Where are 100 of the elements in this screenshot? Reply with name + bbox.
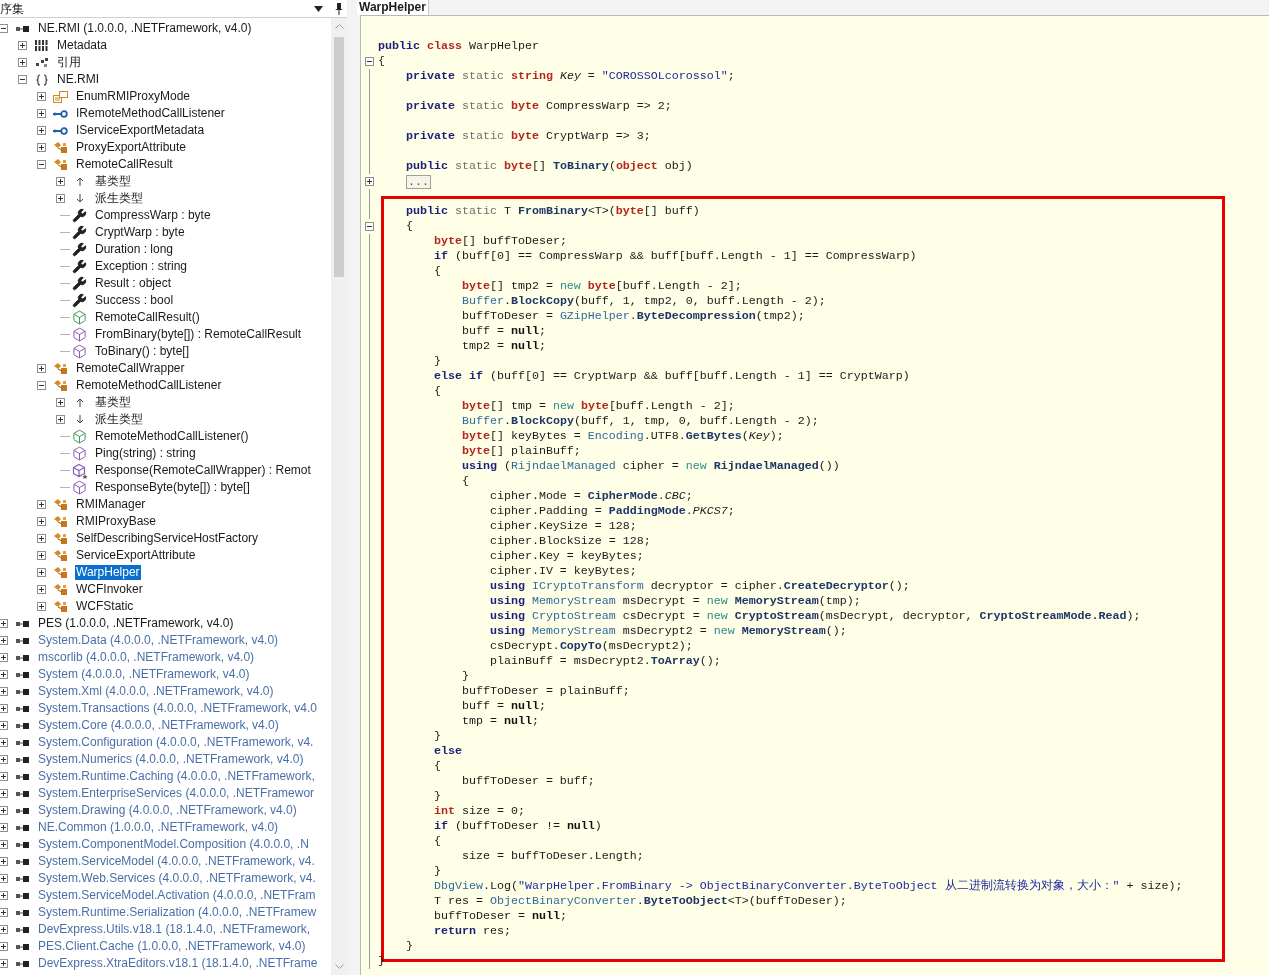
tree-item[interactable]: PES.Client.Cache (1.0.0.0, .NETFramework, v4.0) xyxy=(37,939,307,954)
tree-item[interactable]: EnumRMIProxyMode xyxy=(75,89,192,104)
collapse-toggle[interactable] xyxy=(0,24,8,33)
expand-toggle[interactable] xyxy=(0,806,8,815)
expand-toggle[interactable] xyxy=(37,517,46,526)
tree-item[interactable]: System.Core (4.0.0.0, .NETFramework, v4.0) xyxy=(37,718,280,733)
expand-toggle[interactable] xyxy=(365,177,374,186)
expand-toggle[interactable] xyxy=(56,398,65,407)
tree-item[interactable]: WCFInvoker xyxy=(75,582,144,597)
tree-item[interactable]: NE.RMI (1.0.0.0, .NETFramework, v4.0) xyxy=(37,21,253,36)
tree-item[interactable]: Result : object xyxy=(94,276,173,291)
expand-toggle[interactable] xyxy=(0,636,8,645)
collapse-toggle[interactable] xyxy=(37,381,46,390)
expand-toggle[interactable] xyxy=(0,721,8,730)
tree-item[interactable]: 派生类型 xyxy=(94,191,144,206)
expand-toggle[interactable] xyxy=(0,857,8,866)
expand-toggle[interactable] xyxy=(0,687,8,696)
tree-item[interactable]: CompressWarp : byte xyxy=(94,208,212,223)
tree-item[interactable]: ToBinary() : byte[] xyxy=(94,344,191,359)
tree-item[interactable]: 引用 xyxy=(56,55,82,70)
tree-item[interactable]: IRemoteMethodCallListener xyxy=(75,106,226,121)
expand-toggle[interactable] xyxy=(37,585,46,594)
tree-item[interactable]: RMIProxyBase xyxy=(75,514,158,529)
tree-item[interactable]: WCFStatic xyxy=(75,599,135,614)
expand-toggle[interactable] xyxy=(37,364,46,373)
expand-toggle[interactable] xyxy=(0,738,8,747)
tree-item[interactable]: System.Runtime.Serialization (4.0.0.0, .NETFramew xyxy=(37,905,318,920)
tree-item[interactable]: System.Numerics (4.0.0.0, .NETFramework, v4.0) xyxy=(37,752,305,767)
tree-item[interactable]: Response(RemoteCallWrapper) : Remot xyxy=(94,463,312,478)
tree-item[interactable]: Exception : string xyxy=(94,259,189,274)
expand-toggle[interactable] xyxy=(0,619,8,628)
expand-toggle[interactable] xyxy=(18,41,27,50)
tree-item[interactable]: System.ServiceModel (4.0.0.0, .NETFramework, v4. xyxy=(37,854,316,869)
tree-item[interactable]: 基类型 xyxy=(94,174,132,189)
scrollbar[interactable] xyxy=(331,18,347,975)
tree-item[interactable]: 派生类型 xyxy=(94,412,144,427)
tree-item[interactable]: ServiceExportAttribute xyxy=(75,548,197,563)
tree-item[interactable]: RemoteCallResult() xyxy=(94,310,201,325)
tree-item[interactable]: System.Runtime.Caching (4.0.0.0, .NETFramework, xyxy=(37,769,316,784)
collapse-toggle[interactable] xyxy=(18,75,27,84)
expand-toggle[interactable] xyxy=(37,568,46,577)
expand-toggle[interactable] xyxy=(56,415,65,424)
expand-toggle[interactable] xyxy=(0,925,8,934)
collapse-toggle[interactable] xyxy=(365,222,374,231)
tree-item[interactable]: RemoteMethodCallListener() xyxy=(94,429,250,444)
scrollbar-thumb[interactable] xyxy=(334,37,344,277)
expand-toggle[interactable] xyxy=(37,551,46,560)
expand-toggle[interactable] xyxy=(0,874,8,883)
tree-item[interactable]: WarpHelper xyxy=(75,565,141,580)
tree-item[interactable]: 基类型 xyxy=(94,395,132,410)
tree-item[interactable]: RemoteCallWrapper xyxy=(75,361,186,376)
tree-item[interactable]: RemoteCallResult xyxy=(75,157,174,172)
expand-toggle[interactable] xyxy=(0,891,8,900)
tree-item[interactable]: ProxyExportAttribute xyxy=(75,140,188,155)
expand-toggle[interactable] xyxy=(56,194,65,203)
tree-item[interactable]: System.Data (4.0.0.0, .NETFramework, v4.0) xyxy=(37,633,280,648)
expand-toggle[interactable] xyxy=(37,534,46,543)
tree-item[interactable]: System.ServiceModel.Activation (4.0.0.0, .NETFram xyxy=(37,888,317,903)
tree-item[interactable]: System.EnterpriseServices (4.0.0.0, .NETFramewor xyxy=(37,786,316,801)
caret-icon[interactable] xyxy=(314,5,323,12)
expand-toggle[interactable] xyxy=(0,908,8,917)
expand-toggle[interactable] xyxy=(0,789,8,798)
tree-item[interactable]: NE.Common (1.0.0.0, .NETFramework, v4.0) xyxy=(37,820,280,835)
expand-toggle[interactable] xyxy=(0,959,8,968)
expand-toggle[interactable] xyxy=(0,840,8,849)
tree-item[interactable]: System.ComponentModel.Composition (4.0.0.0, .N xyxy=(37,837,310,852)
expand-toggle[interactable] xyxy=(18,58,27,67)
tab[interactable]: WarpHelper xyxy=(357,0,429,15)
tree-item[interactable]: PES (1.0.0.0, .NETFramework, v4.0) xyxy=(37,616,235,631)
tree-item[interactable]: FromBinary(byte[]) : RemoteCallResult xyxy=(94,327,303,342)
tree-item[interactable]: Metadata xyxy=(56,38,109,53)
expand-toggle[interactable] xyxy=(37,602,46,611)
expand-toggle[interactable] xyxy=(0,653,8,662)
collapse-toggle[interactable] xyxy=(365,57,374,66)
expand-toggle[interactable] xyxy=(56,177,65,186)
pin-icon[interactable] xyxy=(335,2,343,15)
tree-item[interactable]: ResponseByte(byte[]) : byte[] xyxy=(94,480,251,495)
tree-item[interactable]: mscorlib (4.0.0.0, .NETFramework, v4.0) xyxy=(37,650,256,665)
collapsed-code-button[interactable]: ... xyxy=(406,174,431,189)
tree-item[interactable]: Duration : long xyxy=(94,242,175,257)
tree-item[interactable]: IServiceExportMetadata xyxy=(75,123,206,138)
tree-item[interactable]: Success : bool xyxy=(94,293,175,308)
tree-item[interactable]: DevExpress.XtraEditors.v18.1 (18.1.4.0, .NETFrame xyxy=(37,956,319,971)
expand-toggle[interactable] xyxy=(0,704,8,713)
tree-item[interactable]: RMIManager xyxy=(75,497,147,512)
tree-item[interactable]: System.Web.Services (4.0.0.0, .NETFramework, v4. xyxy=(37,871,317,886)
tree-item[interactable]: RemoteMethodCallListener xyxy=(75,378,223,393)
expand-toggle[interactable] xyxy=(37,126,46,135)
expand-toggle[interactable] xyxy=(37,500,46,509)
collapse-toggle[interactable] xyxy=(37,160,46,169)
expand-toggle[interactable] xyxy=(0,772,8,781)
expand-toggle[interactable] xyxy=(37,143,46,152)
expand-toggle[interactable] xyxy=(0,670,8,679)
tree-item[interactable]: NE.RMI xyxy=(56,72,100,87)
tree-item[interactable]: System.Configuration (4.0.0.0, .NETFramework, v4. xyxy=(37,735,315,750)
tree-item[interactable]: System (4.0.0.0, .NETFramework, v4.0) xyxy=(37,667,251,682)
tree-item[interactable]: CryptWarp : byte xyxy=(94,225,186,240)
expand-toggle[interactable] xyxy=(37,109,46,118)
expand-toggle[interactable] xyxy=(37,92,46,101)
expand-toggle[interactable] xyxy=(0,823,8,832)
